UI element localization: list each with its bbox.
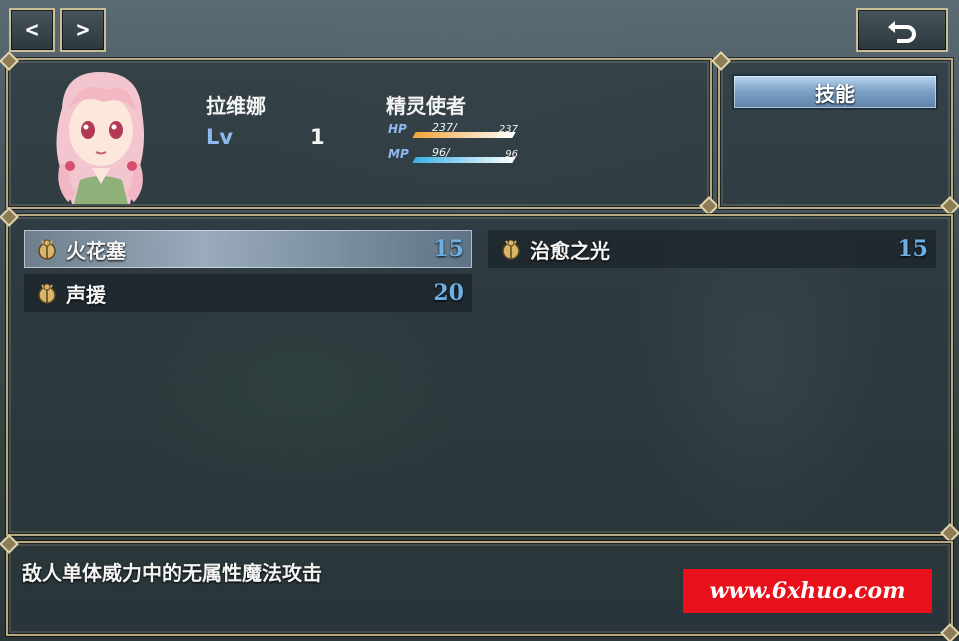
beetle-icon <box>34 236 60 262</box>
level-value: 1 <box>310 125 325 149</box>
skill-list-window: 火花塞 15 治愈之光 15 声援 20 <box>6 214 953 536</box>
hp-gauge: HP 237/ 237 <box>388 121 518 142</box>
skill-cost: 15 <box>433 236 464 262</box>
beetle-icon <box>498 236 524 262</box>
mp-gauge-track <box>412 157 516 163</box>
actor-name: 拉维娜 <box>206 94 266 118</box>
skill-name: 火花塞 <box>66 238 126 263</box>
level-label: Lv <box>206 125 234 149</box>
skill-description: 敌人单体威力中的无属性魔法攻击 <box>22 561 322 585</box>
prev-actor-button[interactable]: < <box>9 8 55 52</box>
mp-label: MP <box>388 147 409 161</box>
skill-type-window: 技能 <box>718 58 953 209</box>
actor-class: 精灵使者 <box>386 94 466 118</box>
mp-current: 96/ <box>432 146 450 159</box>
actor-status-window: 拉维娜 精灵使者 Lv 1 HP 237/ 237 MP 96/ 96 <box>6 58 712 209</box>
mp-max: 96 <box>505 149 518 160</box>
hp-label: HP <box>388 122 407 136</box>
skill-item-cheer[interactable]: 声援 20 <box>24 274 472 312</box>
skill-command-button[interactable]: 技能 <box>732 74 938 110</box>
actor-portrait <box>44 68 156 204</box>
return-icon <box>888 21 916 43</box>
next-actor-button[interactable]: > <box>60 8 106 52</box>
back-button[interactable] <box>856 8 948 52</box>
mp-gauge: MP 96/ 96 <box>388 146 518 167</box>
mp-gauge-fill <box>412 157 516 163</box>
site-watermark: www.6xhuo.com <box>683 569 932 613</box>
skill-cost: 15 <box>897 236 928 262</box>
skill-name: 治愈之光 <box>530 238 610 263</box>
prev-arrow-icon: < <box>25 17 39 43</box>
hp-current: 237/ <box>432 121 457 134</box>
skill-item-spark[interactable]: 火花塞 15 <box>24 230 472 268</box>
skill-item-healing-light[interactable]: 治愈之光 15 <box>488 230 936 268</box>
skill-name: 声援 <box>66 282 106 307</box>
beetle-icon <box>34 280 60 306</box>
hp-max: 237 <box>498 124 518 135</box>
next-arrow-icon: > <box>76 17 90 43</box>
skill-cost: 20 <box>433 280 464 306</box>
skill-command-label: 技能 <box>815 81 855 106</box>
